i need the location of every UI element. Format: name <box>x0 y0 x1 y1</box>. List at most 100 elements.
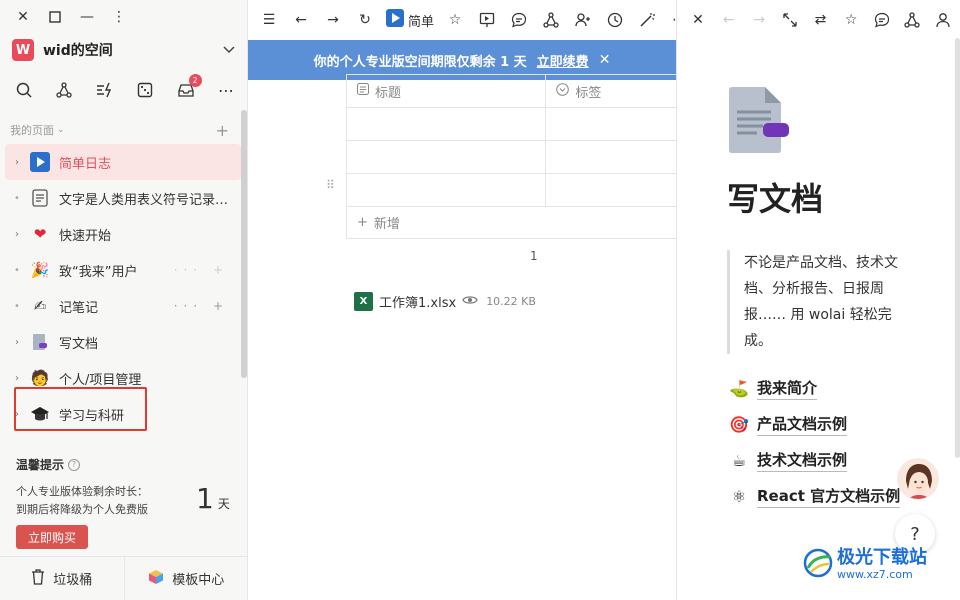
page-link-product-docs[interactable]: 🎯 产品文档示例 <box>729 406 900 442</box>
column-title-header[interactable]: 标题 <box>347 75 547 107</box>
add-row-label: 新增 <box>373 217 400 232</box>
page-link-label: 产品文档示例 <box>757 413 848 436</box>
days-remaining: 1 天 <box>196 482 230 515</box>
more-horizontal-icon[interactable]: ⋯ <box>214 78 238 102</box>
page-link-intro[interactable]: ⛳ 我来简介 <box>729 370 900 406</box>
close-icon[interactable]: ✕ <box>687 9 709 31</box>
sidebar-item-text-doc[interactable]: • 文字是人类用表义符号记录表达信息以传之久远的方式和工具 <box>5 180 241 216</box>
table-cell[interactable] <box>546 108 686 140</box>
page-links: ⛳ 我来简介 🎯 产品文档示例 ☕ 技术文档示例 ⚛ React 官方文档示例 <box>729 370 901 514</box>
sidebar-scrollbar[interactable] <box>241 110 247 378</box>
workspace-switcher[interactable]: W wid的空间 <box>12 38 235 62</box>
graph-icon[interactable] <box>901 9 923 31</box>
close-icon[interactable]: ✕ <box>14 8 32 26</box>
table-row[interactable] <box>347 174 686 207</box>
chevron-right-icon[interactable]: › <box>11 337 23 348</box>
assistant-avatar[interactable] <box>897 458 939 500</box>
table-cell[interactable] <box>546 174 686 206</box>
table-row[interactable] <box>347 141 686 174</box>
help-circle-icon[interactable]: ? <box>68 458 81 471</box>
maximize-icon[interactable] <box>46 8 64 26</box>
table-header-row: 标题 标签 <box>347 75 686 108</box>
graph-icon[interactable] <box>540 9 562 31</box>
table-row[interactable] <box>347 108 686 141</box>
sidebar-item-quick-start[interactable]: › ❤ 快速开始 <box>5 216 241 252</box>
page-link-label: 我来简介 <box>757 377 818 400</box>
table-cell[interactable] <box>546 141 686 173</box>
page-link-label: 技术文档示例 <box>757 449 848 472</box>
buy-now-button[interactable]: 立即购买 <box>16 525 88 549</box>
search-icon[interactable] <box>12 78 36 102</box>
forward-arrow-icon[interactable]: → <box>748 9 770 31</box>
add-row-button[interactable]: + 新增 <box>347 207 686 239</box>
table-cell[interactable] <box>347 108 547 140</box>
back-arrow-icon[interactable]: ← <box>290 9 312 31</box>
tab-title: 简单日 <box>408 14 434 30</box>
template-center-button[interactable]: 模板中心 <box>123 557 249 600</box>
page-link-label: React 官方文档示例 <box>757 485 901 508</box>
sidebar-item-simple-log[interactable]: › 简单日志 <box>5 144 241 180</box>
chevron-right-icon[interactable]: › <box>11 157 23 168</box>
table-cell[interactable] <box>347 141 547 173</box>
chevron-right-icon[interactable]: › <box>11 373 23 384</box>
sidebar-item-write-doc[interactable]: › 写文档 <box>5 324 241 360</box>
table-cell[interactable] <box>347 174 547 206</box>
highlight-box <box>14 387 147 431</box>
history-icon[interactable] <box>604 9 626 31</box>
menu-icon[interactable]: ☰ <box>258 9 280 31</box>
trash-label: 垃圾桶 <box>53 573 93 588</box>
drag-handle-icon[interactable]: ⠿ <box>326 179 338 191</box>
side-peek-panel: ✕ ← → ⇄ ☆ 写文档 不论是产品文档、技术文档、分析报告、日报周报…… 用… <box>676 0 960 600</box>
pen-icon: ✍ <box>33 297 47 315</box>
page-number[interactable]: 1 <box>530 249 538 263</box>
add-member-icon[interactable] <box>572 9 594 31</box>
renew-now-link[interactable]: 立即续费 <box>537 51 589 70</box>
forward-arrow-icon[interactable]: → <box>322 9 344 31</box>
trash-button[interactable]: 垃圾桶 <box>0 557 124 600</box>
quick-actions-icon[interactable] <box>93 78 117 102</box>
close-icon[interactable]: ✕ <box>599 52 611 68</box>
chevron-down-icon <box>223 44 235 57</box>
star-icon[interactable]: ☆ <box>444 9 466 31</box>
item-actions[interactable]: ··· + <box>174 263 229 277</box>
star-icon[interactable]: ☆ <box>840 9 862 31</box>
minimize-icon[interactable]: — <box>78 8 96 26</box>
dice-icon[interactable] <box>133 78 157 102</box>
notification-badge: 2 <box>188 74 202 87</box>
golf-flag-icon: ⛳ <box>729 378 749 398</box>
panel-scrollbar[interactable] <box>955 38 960 458</box>
magic-wand-icon[interactable] <box>636 9 658 31</box>
user-icon[interactable] <box>932 9 954 31</box>
chevron-right-icon[interactable]: › <box>11 229 23 240</box>
present-icon[interactable] <box>476 9 498 31</box>
column-tag-header[interactable]: 标签 <box>546 75 686 107</box>
tag-field-icon <box>556 82 570 100</box>
sidebar-item-to-users[interactable]: • 🎉 致“我来”用户 ··· + <box>5 252 241 288</box>
watermark-logo-icon <box>803 548 833 582</box>
refresh-icon[interactable]: ↻ <box>354 9 376 31</box>
eye-icon[interactable] <box>462 294 478 310</box>
text-field-icon <box>357 83 369 99</box>
back-arrow-icon[interactable]: ← <box>718 9 740 31</box>
more-vertical-icon[interactable]: ⋮ <box>110 8 128 26</box>
sidebar-item-notes[interactable]: • ✍ 记笔记 ··· + <box>5 288 241 324</box>
comment-icon[interactable] <box>508 9 530 31</box>
expand-icon[interactable] <box>779 9 801 31</box>
graph-icon[interactable] <box>52 78 76 102</box>
inbox-icon[interactable]: 2 <box>174 74 202 102</box>
file-attachment[interactable]: X 工作簿1.xlsx 10.22 KB <box>354 292 536 311</box>
play-icon <box>386 9 404 31</box>
item-actions[interactable]: ··· + <box>174 299 229 313</box>
current-page-tab[interactable]: 简单日 <box>386 9 434 31</box>
add-page-icon[interactable]: + <box>216 121 229 140</box>
page-link-react-docs[interactable]: ⚛ React 官方文档示例 <box>729 478 901 514</box>
page-quote: 不论是产品文档、技术文档、分析报告、日报周报…… 用 wolai 轻松完成。 <box>727 250 907 354</box>
panel-toolbar: ✕ ← → ⇄ ☆ <box>687 8 954 32</box>
tip-line-2: 到期后将降级为个人免费版 <box>16 503 148 516</box>
party-icon: 🎉 <box>30 261 50 279</box>
swap-icon[interactable]: ⇄ <box>810 9 832 31</box>
section-my-pages[interactable]: 我的页面 ⌄ + <box>10 121 229 140</box>
page-link-tech-docs[interactable]: ☕ 技术文档示例 <box>729 442 900 478</box>
trial-tip: 温馨提示 ? 个人专业版体验剩余时长： 到期后将降级为个人免费版 1 天 立即购… <box>16 456 233 549</box>
comment-icon[interactable] <box>871 9 893 31</box>
